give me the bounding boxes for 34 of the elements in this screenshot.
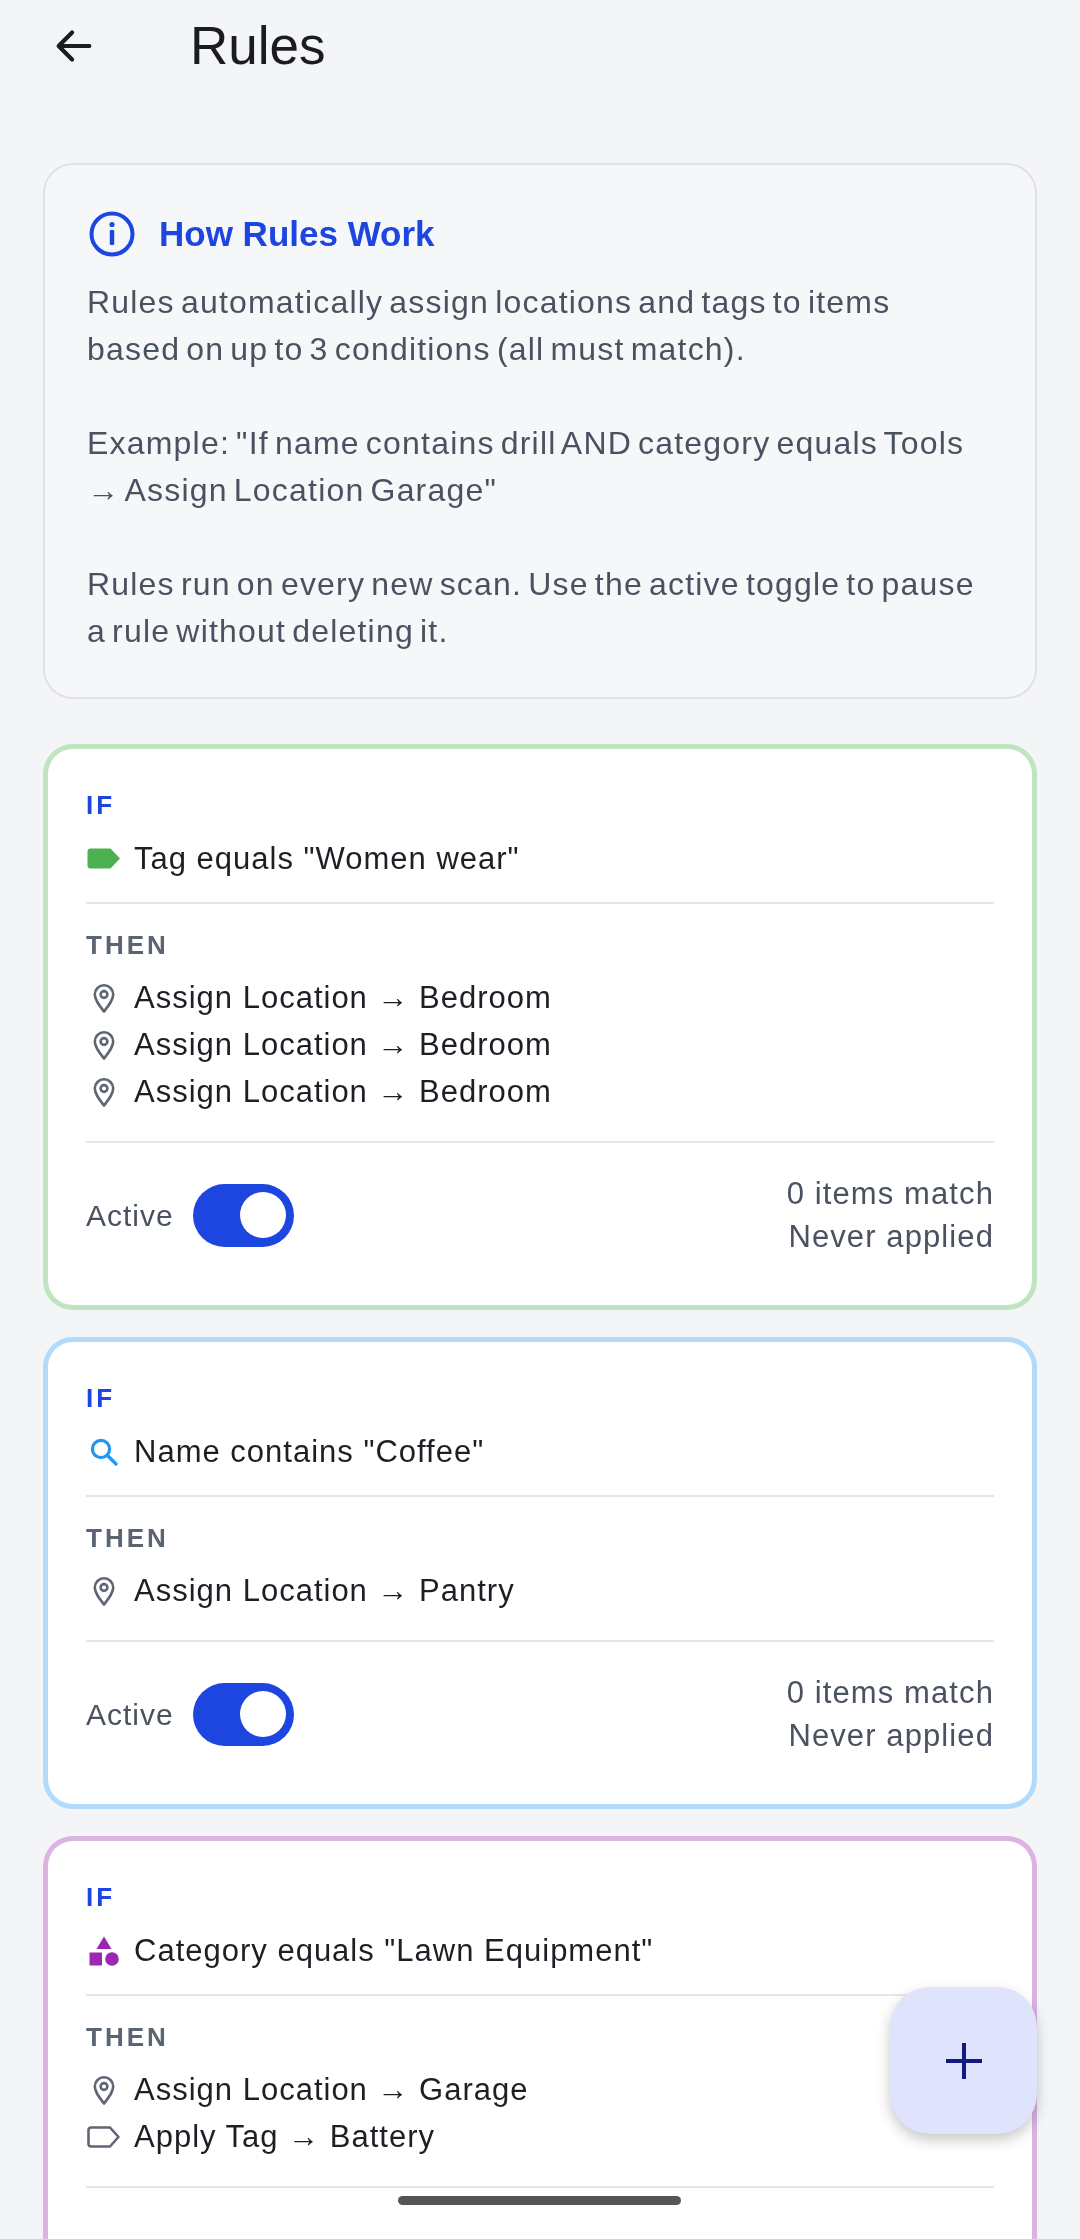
pin-icon [93, 2074, 115, 2105]
condition-text: Name contains "Coffee" [134, 1433, 485, 1471]
match-count: 0 items match [786, 1674, 994, 1712]
action-text: Apply Tag → Battery [134, 2118, 435, 2156]
info-icon [89, 211, 135, 257]
condition-text: Category equals "Lawn Equipment" [134, 1932, 654, 1970]
if-label: IF [86, 1881, 116, 1914]
if-label: IF [86, 789, 116, 822]
last-applied: Never applied [788, 1717, 994, 1755]
if-label: IF [86, 1382, 116, 1415]
action-text: Assign Location → Pantry [134, 1572, 515, 1610]
action-text: Assign Location → Bedroom [134, 1026, 552, 1064]
then-label: THEN [86, 1522, 169, 1555]
action-text: Assign Location → Bedroom [134, 979, 552, 1017]
pin-icon [93, 1076, 115, 1107]
active-label: Active [86, 1696, 174, 1733]
match-count: 0 items match [786, 1175, 994, 1213]
then-label: THEN [86, 929, 169, 962]
page-title: Rules [190, 15, 326, 77]
condition-text: Tag equals "Women wear" [134, 840, 520, 878]
then-label: THEN [86, 2021, 169, 2054]
info-paragraph: Rules automatically assign locations and tags to items based on up to 3 conditions (all must match). [87, 283, 892, 369]
pin-icon [93, 1029, 115, 1060]
action-text: Assign Location → Garage [134, 2071, 529, 2109]
pin-icon [93, 1575, 115, 1606]
last-applied: Never applied [788, 1218, 994, 1256]
tag-outline-icon [87, 2125, 121, 2148]
info-title: How Rules Work [159, 213, 435, 255]
active-label: Active [86, 1197, 174, 1234]
info-paragraph: Example: "If name contains drill AND category equals Tools → Assign Location Garage" [87, 424, 966, 510]
plus-icon [943, 2040, 984, 2081]
pin-icon [93, 982, 115, 1013]
info-paragraph: Rules run on every new scan. Use the active toggle to pause a rule without deleting it. [87, 565, 976, 651]
action-text: Assign Location → Bedroom [134, 1073, 552, 1111]
